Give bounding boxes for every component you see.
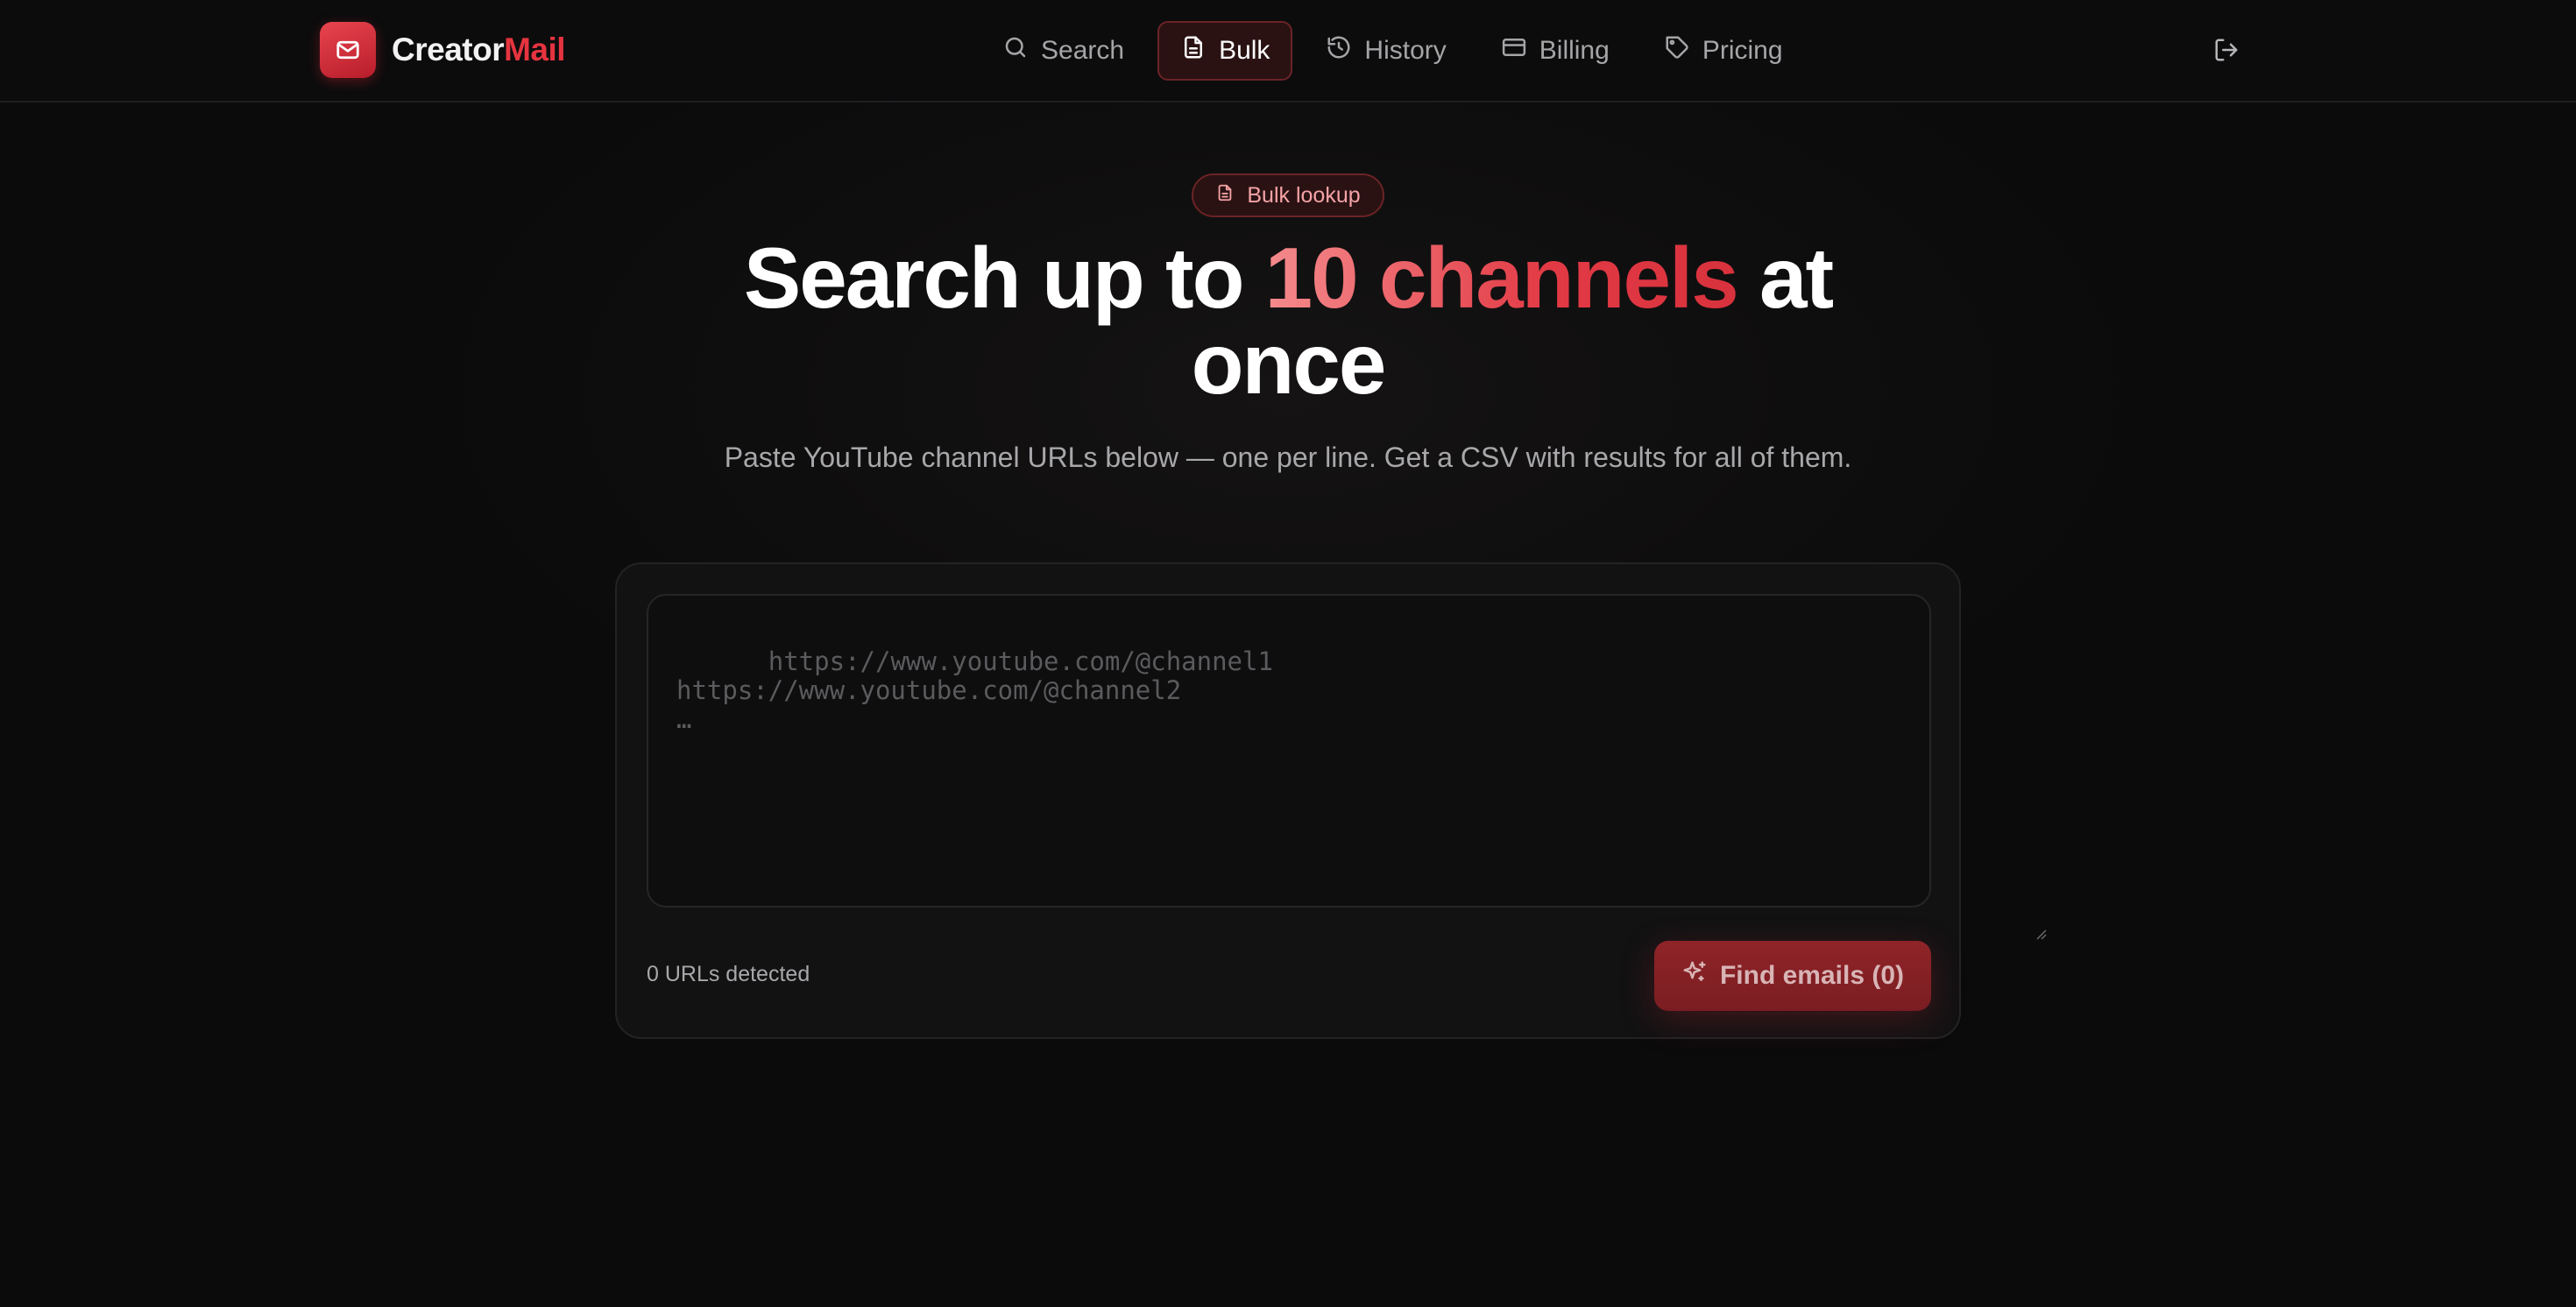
logout-icon <box>2213 37 2240 67</box>
top-header: CreatorMail Search Bulk History Billing … <box>0 0 2576 102</box>
history-icon <box>1326 34 1352 67</box>
brand-name: CreatorMail <box>392 32 566 68</box>
page-title: Search up to 10 channels at once <box>675 235 1901 406</box>
title-highlight: 10 channels <box>1264 230 1739 326</box>
mail-icon <box>320 22 376 78</box>
nav-item-label: History <box>1364 36 1447 65</box>
title-part1: Search up to <box>743 230 1265 326</box>
tag-icon <box>1664 34 1690 67</box>
url-count-label: 0 URLs detected <box>647 962 810 986</box>
nav-item-search[interactable]: Search <box>981 21 1145 81</box>
badge-label: Bulk lookup <box>1247 182 1361 208</box>
brand-name-part1: Creator <box>392 32 505 67</box>
find-emails-button[interactable]: Find emails (0) <box>1654 941 1931 1011</box>
bulk-form-card: https://www.youtube.com/@channel1 https:… <box>615 562 2047 1039</box>
nav-item-history[interactable]: History <box>1305 21 1467 81</box>
bulk-lookup-badge: Bulk lookup <box>1192 173 1384 217</box>
channel-urls-textarea[interactable]: https://www.youtube.com/@channel1 https:… <box>647 594 2047 940</box>
nav-item-pricing[interactable]: Pricing <box>1643 21 1804 81</box>
find-emails-label: Find emails (0) <box>1719 961 1905 990</box>
credit-card-icon <box>1501 34 1527 67</box>
search-icon <box>1002 34 1029 67</box>
nav-item-label: Billing <box>1539 36 1610 65</box>
page-subtitle: Paste YouTube channel URLs below — one p… <box>724 442 1852 473</box>
nav-item-label: Pricing <box>1702 36 1783 65</box>
nav-item-label: Search <box>1041 36 1125 65</box>
nav-item-billing[interactable]: Billing <box>1480 21 1631 81</box>
main-nav: Search Bulk History Billing Pricing <box>981 21 1804 81</box>
nav-item-label: Bulk <box>1219 36 1270 65</box>
document-icon <box>1180 34 1207 67</box>
nav-item-bulk[interactable]: Bulk <box>1157 21 1293 81</box>
sparkle-icon <box>1681 959 1708 993</box>
page: CreatorMail Search Bulk History Billing … <box>0 0 2576 1307</box>
logout-button[interactable] <box>2210 35 2243 68</box>
textarea-placeholder: https://www.youtube.com/@channel1 https:… <box>676 646 1273 734</box>
resize-handle[interactable] <box>1912 888 2047 940</box>
document-icon <box>1215 183 1235 208</box>
brand-name-part2: Mail <box>504 32 566 67</box>
brand-logo[interactable]: CreatorMail <box>320 22 566 78</box>
